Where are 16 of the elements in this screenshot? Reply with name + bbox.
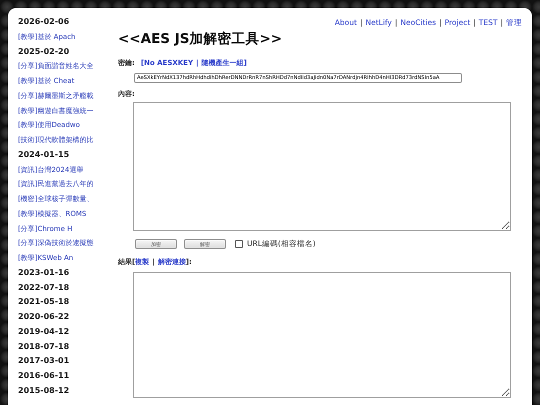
date-heading: 2015-08-12 — [18, 384, 70, 397]
result-textarea[interactable] — [133, 272, 511, 398]
checkbox[interactable] — [235, 240, 243, 248]
date-heading: 2024-01-15 — [18, 148, 70, 161]
page-title: <<AES JS加解密工具>> — [118, 30, 284, 48]
content-textarea[interactable] — [133, 102, 511, 231]
date-heading: 2025-02-20 — [18, 46, 70, 58]
date-heading: 2018-07-18 — [18, 340, 70, 352]
date-heading: 2017-03-01 — [18, 355, 70, 368]
date-heading: 2022-07-18 — [18, 282, 70, 294]
date-heading: 2020-06-22 — [18, 311, 70, 323]
date-heading: 2023-01-16 — [18, 266, 70, 279]
date-heading: 2021-05-18 — [18, 296, 70, 308]
date-heading: 2026-02-06 — [18, 16, 70, 28]
date-heading: 2016-06-11 — [18, 370, 70, 382]
date-heading: 2019-04-12 — [18, 326, 70, 338]
